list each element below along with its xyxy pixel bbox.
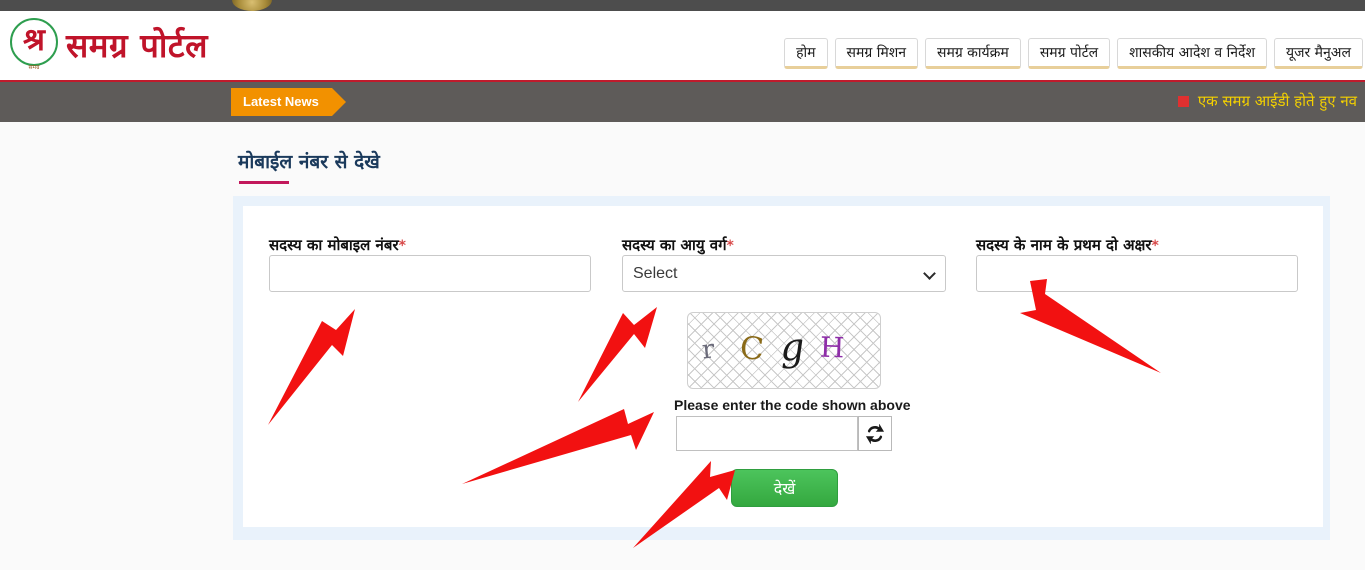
title-underline: [239, 181, 289, 184]
age-group-label: सदस्य का आयु वर्ग*: [622, 236, 734, 254]
nav-samagra-portal[interactable]: समग्र पोर्टल: [1027, 38, 1111, 69]
bullet-square-icon: [1177, 95, 1189, 107]
captcha-hint-text: Please enter the code shown above: [674, 397, 911, 413]
captcha-char-1: r: [700, 334, 716, 366]
captcha-char-4: H: [819, 330, 845, 365]
chevron-down-icon: [923, 267, 936, 280]
top-strip: [0, 0, 1365, 11]
nav-user-manual[interactable]: यूजर मैनुअल: [1273, 38, 1363, 69]
captcha-input[interactable]: [676, 416, 858, 451]
required-asterisk: *: [398, 238, 406, 254]
news-ticker-bar: [0, 82, 1365, 122]
nav-samagra-karyakram[interactable]: समग्र कार्यक्रम: [925, 38, 1021, 69]
nav-samagra-mission[interactable]: समग्र मिशन: [834, 38, 918, 69]
name-initials-input[interactable]: [976, 255, 1298, 292]
nav-government-orders[interactable]: शासकीय आदेश व निर्देश: [1117, 38, 1267, 69]
logo-glyph: श्र: [23, 22, 45, 58]
site-title: समग्र पोर्टल: [66, 25, 208, 65]
site-logo[interactable]: श्र समग्र समग्र पोर्टल: [6, 16, 208, 72]
page-root: श्र समग्र समग्र पोर्टल होम समग्र मिशन सम…: [0, 0, 1365, 570]
captcha-char-3: g: [778, 324, 806, 370]
captcha-refresh-button[interactable]: [858, 416, 892, 451]
submit-button[interactable]: देखें: [731, 469, 838, 507]
refresh-icon: [865, 423, 885, 444]
news-ticker-text: एक समग्र आईडी होते हुए नव: [1197, 92, 1357, 110]
news-ticker-item[interactable]: एक समग्र आईडी होते हुए नव: [1177, 91, 1357, 111]
age-group-selected-value: Select: [633, 264, 678, 282]
mobile-number-input[interactable]: [269, 255, 591, 292]
required-asterisk: *: [726, 238, 734, 254]
required-asterisk: *: [1151, 238, 1159, 254]
captcha-char-2: C: [738, 330, 765, 368]
name-initials-label: सदस्य के नाम के प्रथम दो अक्षर*: [976, 236, 1159, 254]
latest-news-tag: Latest News: [231, 88, 346, 116]
captcha-image: r C g H: [687, 312, 881, 389]
site-header: श्र समग्र समग्र पोर्टल होम समग्र मिशन सम…: [0, 11, 1365, 82]
mobile-number-label: सदस्य का मोबाइल नंबर*: [269, 236, 406, 254]
government-emblem-icon: [232, 0, 272, 11]
age-group-select[interactable]: Select: [622, 255, 946, 292]
page-title: मोबाईल नंबर से देखे: [238, 151, 380, 173]
samagra-emblem-icon: श्र समग्र: [6, 16, 62, 72]
nav-home[interactable]: होम: [784, 38, 828, 69]
main-navigation: होम समग्र मिशन समग्र कार्यक्रम समग्र पोर…: [784, 38, 1363, 69]
logo-subtext: समग्र: [28, 64, 40, 71]
